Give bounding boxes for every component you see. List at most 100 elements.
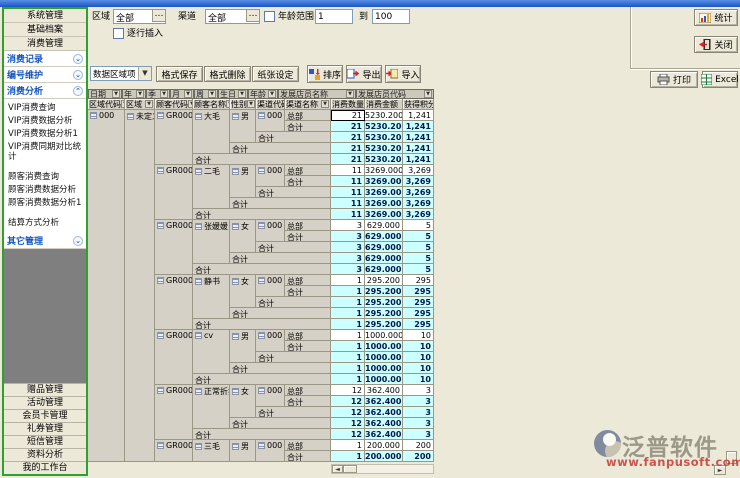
points-cell[interactable]: 5: [403, 264, 434, 275]
sidebar-item-bottom-5[interactable]: 资料分析: [4, 448, 86, 461]
points-cell[interactable]: 5: [403, 253, 434, 264]
qty-cell[interactable]: 1: [331, 286, 365, 297]
channel-code-cell[interactable]: 000: [256, 220, 285, 242]
qty-cell[interactable]: 12: [331, 429, 365, 440]
amount-cell[interactable]: 5230.200: [365, 110, 403, 121]
customer-name-cell[interactable]: 二毛: [193, 165, 230, 209]
cell-expand-icon[interactable]: [157, 387, 164, 394]
qty-cell[interactable]: 21: [331, 110, 365, 121]
subtotal-cell[interactable]: 合计: [285, 286, 331, 297]
subtotal-cell[interactable]: 合计: [256, 407, 331, 418]
qty-cell[interactable]: 1: [331, 341, 365, 352]
sidebar-item-bottom-4[interactable]: 短信管理: [4, 435, 86, 448]
qty-cell[interactable]: 1: [331, 374, 365, 385]
sidebar-item-1[interactable]: 基础档案: [4, 23, 86, 37]
print-button[interactable]: 打印: [650, 71, 698, 88]
column-header-1[interactable]: 区域▼: [125, 99, 155, 110]
column-header-5[interactable]: 渠道代码▼: [256, 99, 285, 110]
filter-dropdown-icon[interactable]: ▼: [160, 90, 168, 98]
row-insert-checkbox[interactable]: [113, 28, 124, 39]
pivot-field-0[interactable]: 日期▼: [88, 89, 122, 99]
age-from-input[interactable]: [315, 9, 353, 24]
points-cell[interactable]: 1,241: [403, 110, 434, 121]
gender-cell[interactable]: 男: [230, 440, 256, 462]
points-cell[interactable]: 10: [403, 341, 434, 352]
cell-expand-icon[interactable]: [157, 222, 164, 229]
cell-expand-icon[interactable]: [195, 332, 202, 339]
points-cell[interactable]: 3: [403, 396, 434, 407]
subtotal-cell[interactable]: 合计: [193, 264, 331, 275]
channel-code-cell[interactable]: 000: [256, 330, 285, 352]
subtotal-cell[interactable]: 合计: [230, 198, 331, 209]
customer-code-cell[interactable]: GR000002: [155, 165, 193, 220]
column-header-9[interactable]: 获得积分: [403, 99, 434, 110]
points-cell[interactable]: 295: [403, 319, 434, 330]
cell-expand-icon[interactable]: [157, 167, 164, 174]
customer-name-cell[interactable]: cv: [193, 330, 230, 374]
qty-cell[interactable]: 1: [331, 451, 365, 462]
qty-cell[interactable]: 11: [331, 176, 365, 187]
grid-horizontal-scrollbar[interactable]: ◄: [331, 464, 434, 474]
scroll-left-arrow-icon[interactable]: ◄: [332, 465, 343, 473]
column-header-7[interactable]: 消费数量: [331, 99, 365, 110]
points-cell[interactable]: 10: [403, 352, 434, 363]
customer-code-cell[interactable]: GR00000T: [155, 330, 193, 385]
column-header-6[interactable]: 渠道名称▼: [285, 99, 331, 110]
points-cell[interactable]: 1,241: [403, 154, 434, 165]
sidebar-link-vip-1[interactable]: VIP消费数据分析: [4, 114, 86, 127]
subtotal-cell[interactable]: 合计: [285, 176, 331, 187]
subtotal-cell[interactable]: 合计: [256, 352, 331, 363]
subtotal-cell[interactable]: 合计: [230, 363, 331, 374]
customer-name-cell[interactable]: 三毛: [193, 440, 230, 462]
cell-expand-icon[interactable]: [232, 168, 239, 175]
amount-cell[interactable]: 629.000: [365, 220, 403, 231]
subtotal-cell[interactable]: 合计: [230, 418, 331, 429]
subtotal-cell[interactable]: 合计: [256, 132, 331, 143]
subtotal-cell[interactable]: 合计: [285, 451, 331, 462]
cell-expand-icon[interactable]: [157, 277, 164, 284]
qty-cell[interactable]: 3: [331, 220, 365, 231]
subtotal-cell[interactable]: 合计: [285, 341, 331, 352]
qty-cell[interactable]: 3: [331, 231, 365, 242]
subtotal-cell[interactable]: 合计: [230, 253, 331, 264]
qty-cell[interactable]: 12: [331, 407, 365, 418]
filter-dropdown-icon[interactable]: ▼: [238, 90, 246, 98]
amount-cell[interactable]: 295.200: [365, 297, 403, 308]
amount-cell[interactable]: 200.000: [365, 451, 403, 462]
qty-cell[interactable]: 12: [331, 396, 365, 407]
sidebar-item-2[interactable]: 消费管理: [4, 37, 86, 51]
pivot-field-1[interactable]: 年▼: [122, 89, 146, 99]
points-cell[interactable]: 10: [403, 374, 434, 385]
amount-cell[interactable]: 295.200: [365, 275, 403, 286]
amount-cell[interactable]: 362.400: [365, 429, 403, 440]
sidebar-link-vip-0[interactable]: VIP消费查询: [4, 101, 86, 114]
qty-cell[interactable]: 1: [331, 363, 365, 374]
amount-cell[interactable]: 295.200: [365, 308, 403, 319]
age-to-input[interactable]: [372, 9, 410, 24]
sidebar-link-vip-2[interactable]: VIP消费数据分析1: [4, 127, 86, 140]
column-header-2[interactable]: 顾客代码▼: [155, 99, 193, 110]
paper-setting-button[interactable]: 纸张设定: [252, 66, 299, 82]
channel-name-cell[interactable]: 总部: [285, 330, 331, 341]
points-cell[interactable]: 1,241: [403, 143, 434, 154]
subtotal-cell[interactable]: 合计: [193, 374, 331, 385]
cell-expand-icon[interactable]: [195, 223, 202, 230]
cell-expand-icon[interactable]: [157, 112, 164, 119]
gender-cell[interactable]: 男: [230, 110, 256, 143]
pivot-field-3[interactable]: 月▼: [170, 89, 194, 99]
cell-expand-icon[interactable]: [90, 112, 97, 119]
amount-cell[interactable]: 362.400: [365, 407, 403, 418]
amount-cell[interactable]: 3269.000: [365, 165, 403, 176]
cell-expand-icon[interactable]: [232, 443, 239, 450]
cell-expand-icon[interactable]: [127, 113, 134, 120]
customer-code-cell[interactable]: GR000019: [155, 385, 193, 440]
filter-dropdown-icon[interactable]: ▼: [208, 90, 216, 98]
qty-cell[interactable]: 11: [331, 198, 365, 209]
cell-expand-icon[interactable]: [258, 167, 265, 174]
column-header-0[interactable]: 区域代码▼: [88, 99, 125, 110]
amount-cell[interactable]: 629.000: [365, 253, 403, 264]
sidebar-item-bottom-6[interactable]: 我的工作台: [4, 461, 86, 474]
pivot-field-7[interactable]: 发展店员名称▼: [278, 89, 356, 99]
points-cell[interactable]: 1,241: [403, 121, 434, 132]
filter-dropdown-icon[interactable]: ▼: [321, 100, 329, 108]
